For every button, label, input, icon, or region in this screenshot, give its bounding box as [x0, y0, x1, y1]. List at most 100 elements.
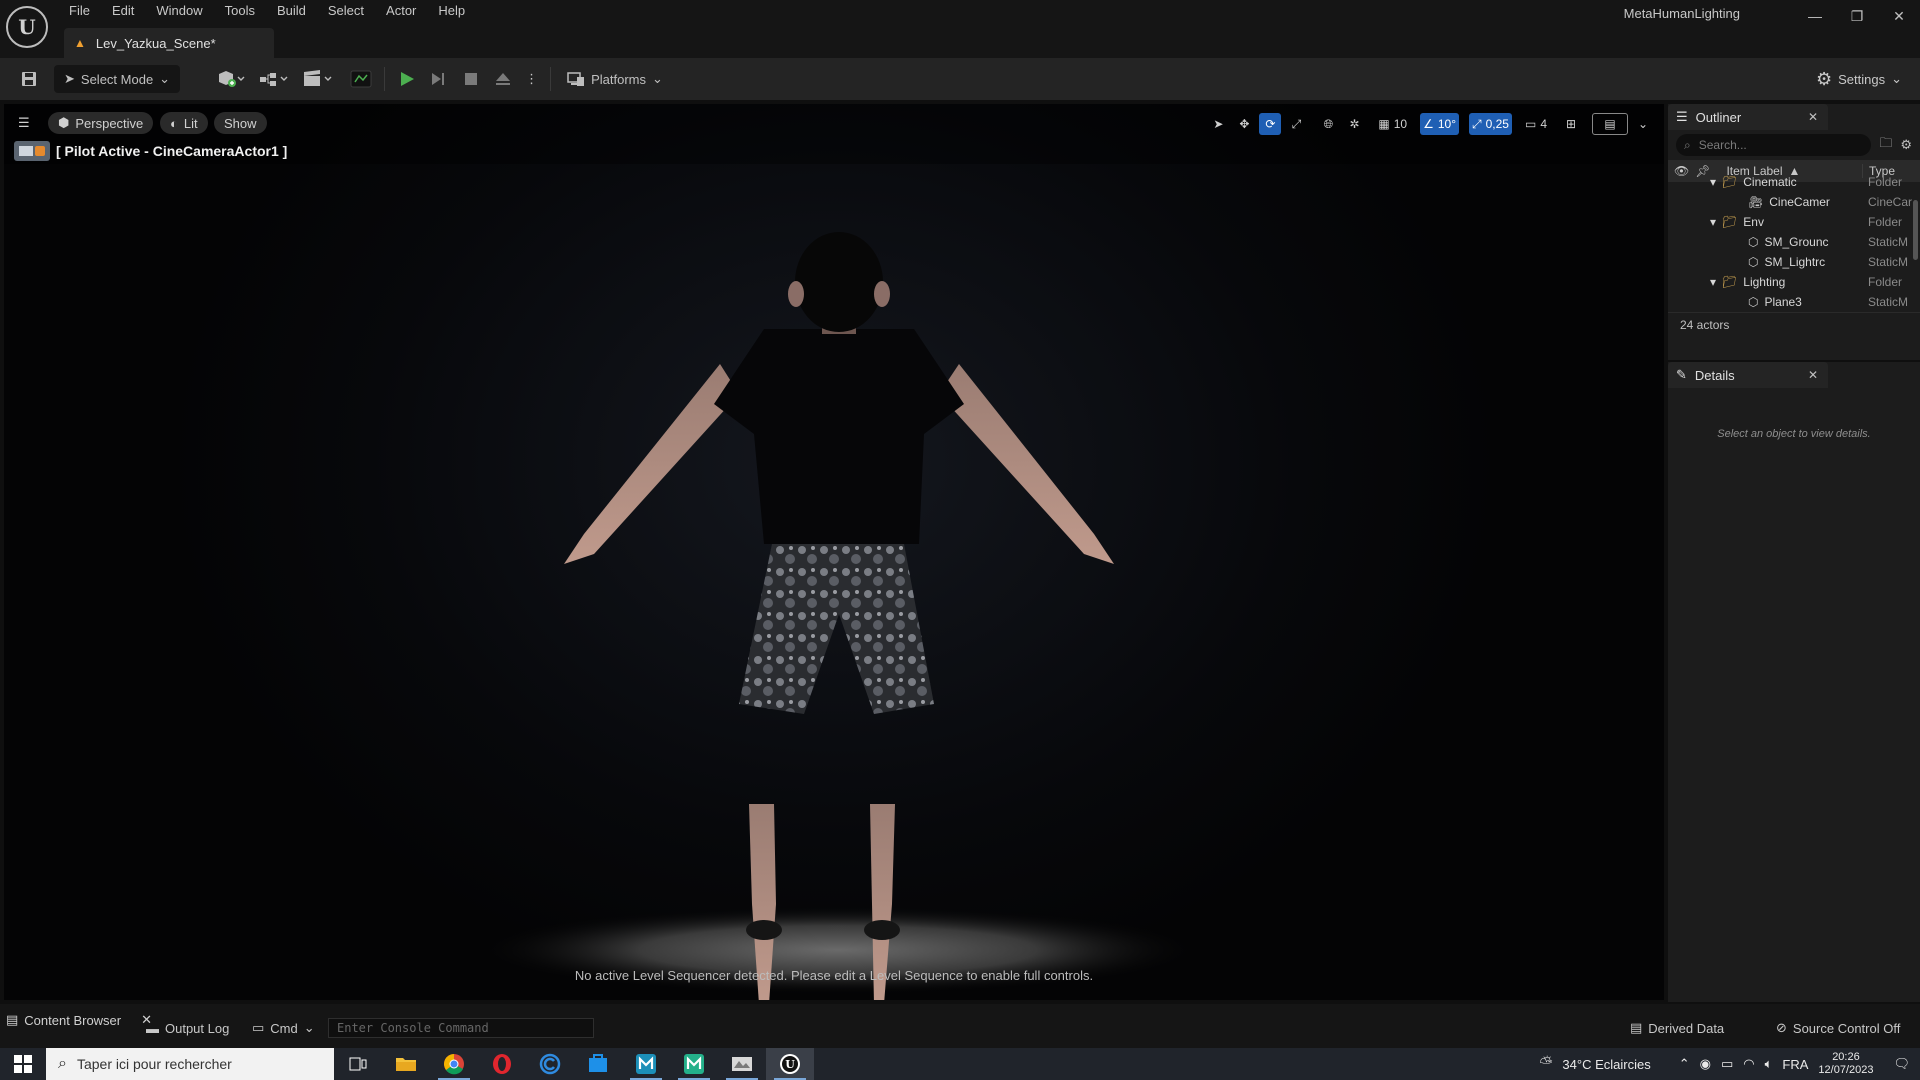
windows-search-input[interactable]: ⌕ Taper ici pour rechercher	[46, 1048, 334, 1080]
outliner-row[interactable]: ▾ 📁︎ Lighting Folder	[1668, 272, 1920, 292]
language-indicator[interactable]: FRA	[1782, 1057, 1808, 1072]
derived-data-button[interactable]: ▤ Derived Data	[1630, 1016, 1724, 1040]
menu-build[interactable]: Build	[266, 0, 317, 24]
gear-icon[interactable]: ⚙	[1900, 137, 1912, 153]
weather-text[interactable]: 34°C Eclaircies	[1562, 1057, 1650, 1072]
outliner-row[interactable]: ⬡ Plane3 StaticM	[1668, 292, 1920, 312]
tray-expand-icon[interactable]: ⌃	[1679, 1056, 1690, 1072]
cmd-dropdown[interactable]: ▭ Cmd ⌄	[252, 1016, 315, 1040]
network-icon[interactable]: ◠	[1743, 1056, 1754, 1072]
close-icon[interactable]: ✕	[1878, 0, 1920, 32]
menu-window[interactable]: Window	[145, 0, 213, 24]
expand-arrow-icon[interactable]: ▾	[1710, 275, 1716, 289]
show-label: Show	[224, 115, 257, 131]
weather-icon[interactable]: ⛅︎	[1540, 1055, 1553, 1073]
outliner-scrollbar[interactable]	[1913, 200, 1918, 260]
expand-arrow-icon[interactable]: ▾	[1710, 215, 1716, 229]
console-input[interactable]: Enter Console Command	[328, 1018, 594, 1038]
menu-help[interactable]: Help	[427, 0, 476, 24]
layout-icon[interactable]: ⊞	[1560, 113, 1582, 135]
rotate-tool-icon[interactable]: ⟳	[1259, 113, 1282, 135]
file-explorer-icon[interactable]	[382, 1048, 430, 1080]
folder-icon: 📁︎	[1722, 275, 1738, 289]
level-icon: ▲	[74, 36, 86, 50]
metahuman-icon[interactable]	[670, 1048, 718, 1080]
stop-button[interactable]	[455, 65, 487, 93]
eject-button[interactable]	[487, 65, 519, 93]
store-icon[interactable]	[574, 1048, 622, 1080]
windows-search-placeholder: Taper ici pour rechercher	[76, 1056, 232, 1072]
menu-actor[interactable]: Actor	[375, 0, 427, 24]
outliner-row[interactable]: ⬡ SM_Lightrc StaticM	[1668, 252, 1920, 272]
surface-snap-icon[interactable]: ✲	[1343, 113, 1365, 135]
restore-icon[interactable]: ❐	[1836, 0, 1878, 32]
volume-icon[interactable]: 🔈︎	[1765, 1056, 1773, 1072]
expand-arrow-icon[interactable]: ▾	[1710, 175, 1716, 189]
play-options-icon[interactable]: ⋮	[519, 65, 544, 93]
menu-edit[interactable]: Edit	[101, 0, 145, 24]
task-view-icon[interactable]	[334, 1048, 382, 1080]
main-toolbar: ➤ Select Mode ⌄ ⋮ Platforms ⌄ ⚙ Settings…	[0, 58, 1920, 100]
scale-tool-icon[interactable]: ⤢	[1285, 113, 1307, 135]
viewport-menu-icon[interactable]: ☰	[10, 112, 38, 134]
mode-icon[interactable]	[344, 65, 378, 93]
outliner-search-input[interactable]: ⌕ Search...	[1676, 134, 1872, 156]
menu-file[interactable]: File	[58, 0, 101, 24]
level-viewport[interactable]: ☰ ⬢ Perspective ◐ Lit Show [ Pilot Activ…	[4, 104, 1664, 1000]
source-control-button[interactable]: ⊘ Source Control Off	[1776, 1016, 1900, 1040]
record-icon[interactable]: ◉	[1700, 1056, 1711, 1072]
close-icon[interactable]: ✕	[1808, 110, 1818, 124]
unreal-logo-icon[interactable]: U	[6, 6, 48, 48]
content-browser-tab[interactable]: ▤ Content Browser ✕	[6, 1010, 152, 1030]
viewport-layout-icon[interactable]: ▤	[1592, 113, 1628, 135]
details-tab[interactable]: ✎ Details ✕	[1668, 362, 1828, 388]
log-icon: ▬	[146, 1020, 159, 1036]
ccleaner-icon[interactable]	[526, 1048, 574, 1080]
menu-tools[interactable]: Tools	[214, 0, 266, 24]
select-mode-dropdown[interactable]: ➤ Select Mode ⌄	[54, 65, 181, 93]
chrome-icon[interactable]	[430, 1048, 478, 1080]
add-folder-icon[interactable]: 🗀︎	[1879, 134, 1892, 156]
save-icon[interactable]	[14, 65, 44, 93]
settings-dropdown[interactable]: ⚙ Settings ⌄	[1816, 65, 1902, 93]
select-tool-icon[interactable]: ➤	[1207, 113, 1229, 135]
level-tab[interactable]: ▲ Lev_Yazkua_Scene*	[64, 28, 274, 58]
close-icon[interactable]: ✕	[1808, 368, 1818, 382]
cinematics-button[interactable]	[296, 65, 340, 93]
camera-speed-button[interactable]: ▭ 4	[1522, 113, 1550, 135]
windows-start-icon[interactable]	[0, 1048, 46, 1080]
rotation-snap-toggle[interactable]: ∠ 10°	[1420, 113, 1459, 135]
outliner-row[interactable]: ▾ 📁︎ Env Folder	[1668, 212, 1920, 232]
show-dropdown[interactable]: Show	[214, 112, 267, 134]
output-log-button[interactable]: ▬ Output Log	[146, 1016, 229, 1040]
notifications-icon[interactable]: 🗨︎	[1893, 1056, 1910, 1072]
perspective-dropdown[interactable]: ⬢ Perspective	[48, 112, 154, 134]
blueprint-button[interactable]	[252, 65, 296, 93]
chevron-down-icon[interactable]: ⌄	[1632, 113, 1654, 135]
outliner-row[interactable]: ⬡ SM_Grounc StaticM	[1668, 232, 1920, 252]
pilot-camera-icon[interactable]	[14, 141, 50, 161]
outliner-row[interactable]: 🎥︎ CineCamer CineCar	[1668, 192, 1920, 212]
scale-snap-toggle[interactable]: ⤢ 0,25	[1469, 113, 1512, 135]
play-button[interactable]	[391, 65, 423, 93]
quixel-bridge-icon[interactable]	[718, 1048, 766, 1080]
translate-tool-icon[interactable]: ✥	[1233, 113, 1255, 135]
unreal-engine-icon[interactable]: U	[766, 1048, 814, 1080]
clock[interactable]: 20:26 12/07/2023	[1818, 1051, 1873, 1077]
maya-icon[interactable]	[622, 1048, 670, 1080]
minimize-icon[interactable]: —	[1794, 0, 1836, 32]
menu-select[interactable]: Select	[317, 0, 375, 24]
battery-icon[interactable]: ▭	[1721, 1056, 1733, 1072]
console-placeholder: Enter Console Command	[337, 1021, 489, 1035]
clock-time: 20:26	[1832, 1051, 1860, 1063]
advance-frame-button[interactable]	[423, 65, 455, 93]
platforms-dropdown[interactable]: Platforms ⌄	[557, 71, 673, 87]
add-actor-button[interactable]	[210, 65, 252, 93]
opera-icon[interactable]	[478, 1048, 526, 1080]
world-space-icon[interactable]: 🌐︎	[1317, 113, 1339, 135]
lit-dropdown[interactable]: ◐ Lit	[160, 112, 208, 134]
grid-snap-toggle[interactable]: ▦ 10	[1375, 113, 1410, 135]
outliner-row[interactable]: ▾ 📁︎ Cinematic Folder	[1668, 172, 1920, 192]
outliner-tab[interactable]: ☰ Outliner ✕	[1668, 104, 1828, 130]
outliner-row-label-cell: ⬡ Plane3	[1668, 295, 1862, 309]
